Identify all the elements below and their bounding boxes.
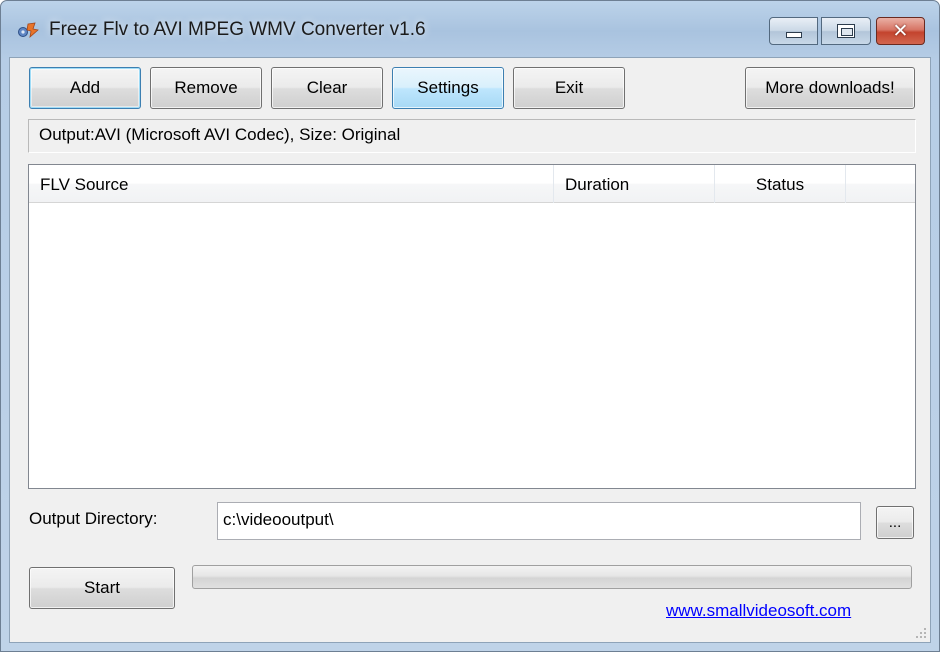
app-window: Freez Flv to AVI MPEG WMV Converter v1.6… — [0, 0, 940, 652]
browse-directory-button[interactable]: ... — [876, 506, 914, 539]
add-button[interactable]: Add — [29, 67, 141, 109]
clear-button[interactable]: Clear — [271, 67, 383, 109]
converter-app-icon[interactable] — [17, 20, 39, 40]
resize-grip-icon[interactable] — [914, 626, 926, 638]
maximize-icon — [837, 24, 855, 38]
output-format-info: Output:AVI (Microsoft AVI Codec), Size: … — [28, 119, 916, 153]
website-link[interactable]: www.smallvideosoft.com — [666, 601, 851, 621]
settings-button[interactable]: Settings — [392, 67, 504, 109]
start-button[interactable]: Start — [29, 567, 175, 609]
column-duration[interactable]: Duration — [554, 165, 715, 203]
remove-button[interactable]: Remove — [150, 67, 262, 109]
conversion-progress-bar — [192, 565, 912, 589]
flv-file-list[interactable]: FLV Source Duration Status — [28, 164, 916, 489]
close-icon: ✕ — [892, 19, 909, 42]
more-downloads-button[interactable]: More downloads! — [745, 67, 915, 109]
column-spacer — [846, 165, 915, 203]
output-directory-input[interactable]: c:\videooutput\ — [217, 502, 861, 540]
title-bar[interactable]: Freez Flv to AVI MPEG WMV Converter v1.6… — [1, 1, 939, 57]
close-button[interactable]: ✕ — [876, 17, 925, 45]
minimize-button[interactable] — [769, 17, 818, 45]
column-flv-source[interactable]: FLV Source — [29, 165, 554, 203]
exit-button[interactable]: Exit — [513, 67, 625, 109]
column-status[interactable]: Status — [715, 165, 846, 203]
maximize-button[interactable] — [821, 17, 871, 45]
main-panel: Add Remove Clear Settings Exit More down… — [9, 57, 931, 643]
minimize-icon — [785, 32, 802, 38]
window-title: Freez Flv to AVI MPEG WMV Converter v1.6 — [49, 19, 426, 40]
file-list-header: FLV Source Duration Status — [29, 165, 915, 203]
output-directory-label: Output Directory: — [29, 509, 158, 528]
